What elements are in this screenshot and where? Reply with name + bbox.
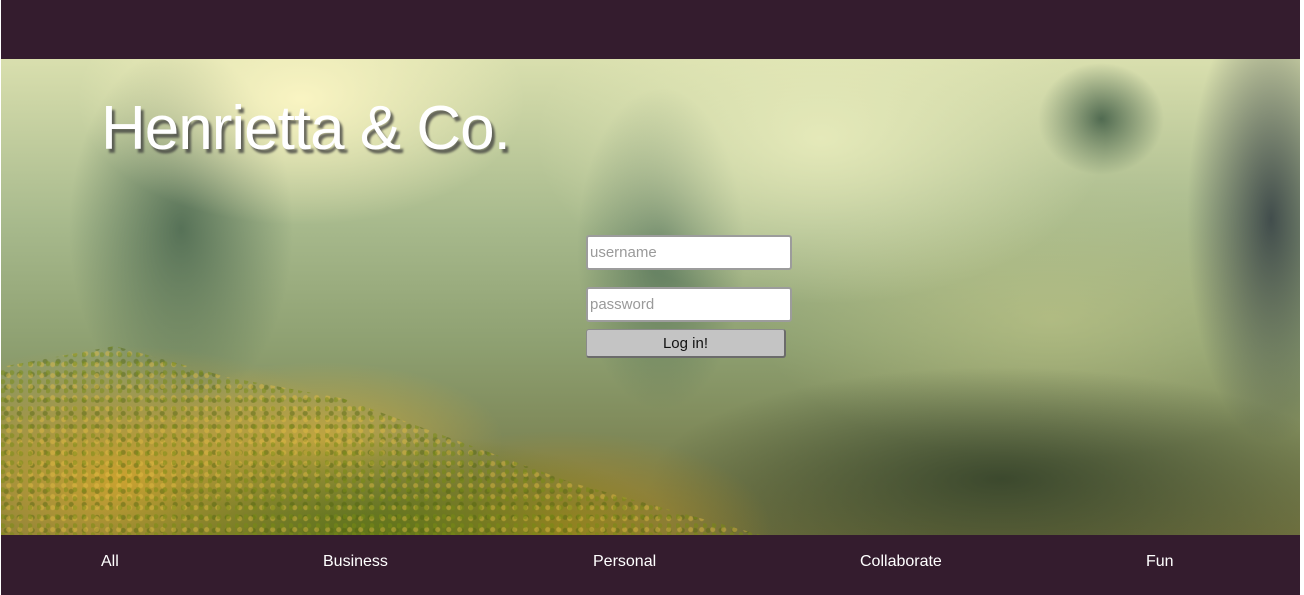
password-input[interactable] xyxy=(586,287,792,322)
brand-title: Henrietta & Co. xyxy=(101,94,511,163)
nav-item-all[interactable]: All xyxy=(101,535,119,589)
page: Henrietta & Co. Log in! All Business Per… xyxy=(0,0,1304,595)
nav-item-collaborate[interactable]: Collaborate xyxy=(860,535,942,589)
nav-item-business[interactable]: Business xyxy=(323,535,388,589)
login-form: Log in! xyxy=(586,235,794,358)
bottom-nav: All Business Personal Collaborate Fun xyxy=(1,535,1300,595)
username-input[interactable] xyxy=(586,235,792,270)
nav-item-fun[interactable]: Fun xyxy=(1146,535,1174,589)
nav-item-personal[interactable]: Personal xyxy=(593,535,656,589)
top-bar xyxy=(1,0,1300,59)
login-button[interactable]: Log in! xyxy=(586,329,786,358)
